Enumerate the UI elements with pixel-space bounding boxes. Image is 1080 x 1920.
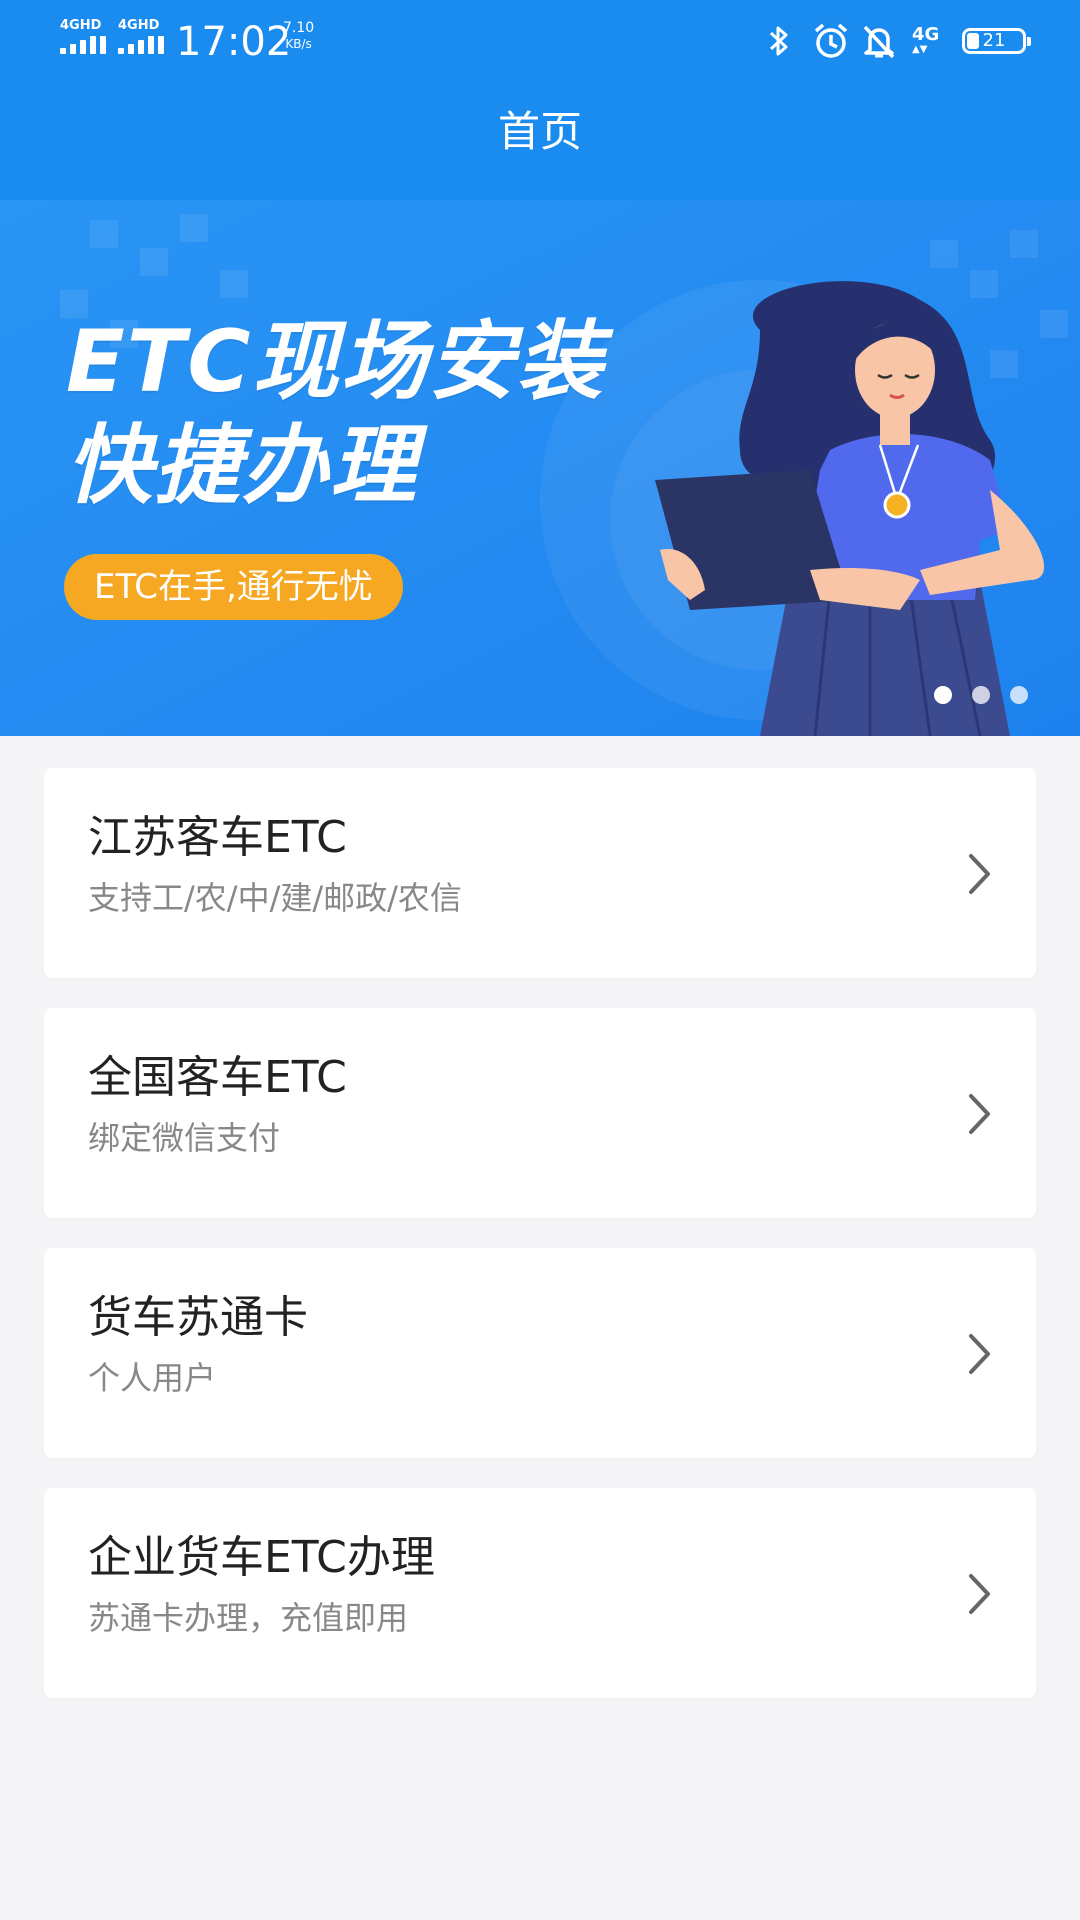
network-speed-unit: KB/s <box>285 37 312 51</box>
signal-strength-icon: 4GHD <box>118 18 168 58</box>
signal-label: 4GHD <box>60 18 102 33</box>
card-subtitle: 苏通卡办理，充值即用 <box>88 1599 409 1637</box>
mute-icon <box>863 25 895 59</box>
signal-label: 4GHD <box>118 18 160 33</box>
card-title: 企业货车ETC办理 <box>88 1532 435 1583</box>
card-subtitle: 绑定微信支付 <box>88 1119 281 1157</box>
app-header: 4GHD 4GHD 17:02 7.10 KB/s 4G ▲▼ 21 首页 <box>0 0 1080 200</box>
card-title: 江苏客车ETC <box>88 812 347 863</box>
chevron-right-icon <box>969 1574 990 1614</box>
service-card-truck-sutong-card[interactable]: 货车苏通卡 个人用户 <box>44 1248 1036 1458</box>
card-subtitle: 支持工/农/中/建/邮政/农信 <box>88 879 462 917</box>
service-card-jiangsu-passenger-etc[interactable]: 江苏客车ETC 支持工/农/中/建/邮政/农信 <box>44 768 1036 978</box>
carousel-indicator <box>914 686 1028 706</box>
chevron-right-icon <box>969 1334 990 1374</box>
alarm-icon <box>814 23 848 58</box>
banner-headline-line1: ETC现场安装 <box>66 312 605 412</box>
carousel-dot[interactable] <box>1010 686 1028 704</box>
status-bar: 4GHD 4GHD 17:02 7.10 KB/s 4G ▲▼ 21 <box>0 0 1080 86</box>
signal-strength-icon: 4GHD <box>60 18 110 58</box>
chevron-right-icon <box>969 854 990 894</box>
banner-headline-line2: 快捷办理 <box>66 416 418 516</box>
banner-carousel[interactable]: ETC现场安装 快捷办理 ETC在手,通行无忧 <box>0 200 1080 736</box>
card-subtitle: 个人用户 <box>88 1359 217 1397</box>
network-type-label: 4G <box>912 24 940 45</box>
card-title: 货车苏通卡 <box>88 1292 308 1343</box>
card-title: 全国客车ETC <box>88 1052 347 1103</box>
chevron-right-icon <box>969 1094 990 1134</box>
banner-tag: ETC在手,通行无忧 <box>64 554 403 620</box>
service-card-enterprise-truck-etc[interactable]: 企业货车ETC办理 苏通卡办理，充值即用 <box>44 1488 1036 1698</box>
status-icons: 4G ▲▼ 21 <box>766 22 1031 62</box>
carousel-dot[interactable] <box>972 686 990 704</box>
battery-level: 21 <box>982 30 1006 51</box>
clock: 17:02 <box>176 19 292 65</box>
bluetooth-icon <box>769 26 788 56</box>
network-speed: 7.10 KB/s <box>283 20 314 52</box>
battery-icon: 21 <box>962 28 1031 54</box>
banner-headline: ETC现场安装 快捷办理 <box>66 310 605 518</box>
4g-icon: 4G ▲▼ <box>912 24 940 55</box>
carousel-dot-active[interactable] <box>934 686 952 704</box>
network-speed-value: 7.10 <box>283 20 315 36</box>
service-card-national-passenger-etc[interactable]: 全国客车ETC 绑定微信支付 <box>44 1008 1036 1218</box>
page-title: 首页 <box>497 107 582 156</box>
